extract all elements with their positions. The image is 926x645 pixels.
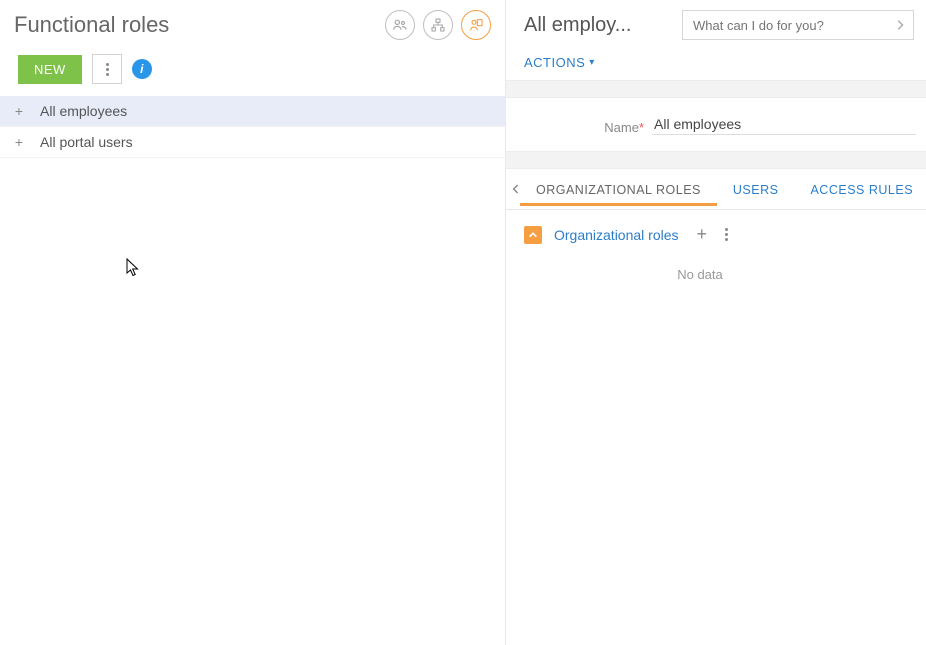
tree-item-label: All employees (40, 103, 127, 119)
detail-panel: All employ... ACTIONS ▾ Name* (506, 0, 926, 645)
roles-tree: + All employees + All portal users (0, 96, 505, 158)
left-panel: Functional roles (0, 0, 506, 645)
caret-down-icon: ▾ (589, 57, 595, 68)
detail-title: All employ... (524, 14, 631, 37)
separator (506, 151, 926, 169)
chevron-right-icon (895, 19, 905, 31)
functional-role-icon[interactable] (461, 10, 491, 40)
expand-icon[interactable]: + (12, 104, 26, 118)
tree-item-all-employees[interactable]: + All employees (0, 96, 505, 127)
add-org-role-button[interactable]: + (697, 224, 708, 245)
no-data-message: No data (524, 245, 916, 282)
more-actions-button[interactable] (92, 54, 122, 84)
tab-access-rules[interactable]: ACCESS RULES (794, 172, 926, 206)
name-field-label: Name* (524, 120, 644, 135)
separator (506, 80, 926, 98)
actions-menu[interactable]: ACTIONS ▾ (524, 55, 595, 70)
expand-icon[interactable]: + (12, 135, 26, 149)
tree-item-label: All portal users (40, 134, 133, 150)
section-more-button[interactable] (721, 224, 732, 245)
tabs-scroll-left[interactable] (512, 169, 520, 209)
command-search[interactable] (682, 10, 914, 40)
section-organizational-roles[interactable]: Organizational roles (554, 227, 679, 243)
name-field[interactable] (652, 114, 916, 135)
view-switch-icons (385, 10, 491, 40)
tree-item-all-portal-users[interactable]: + All portal users (0, 127, 505, 158)
page-title: Functional roles (14, 12, 169, 38)
collapse-toggle-icon[interactable] (524, 226, 542, 244)
tabs: ORGANIZATIONAL ROLES USERS ACCESS RULES (506, 169, 926, 210)
command-search-input[interactable] (693, 18, 895, 33)
tab-users[interactable]: USERS (717, 172, 795, 206)
tab-organizational-roles[interactable]: ORGANIZATIONAL ROLES (520, 172, 717, 206)
new-button[interactable]: NEW (18, 55, 82, 84)
org-chart-icon[interactable] (423, 10, 453, 40)
users-icon[interactable] (385, 10, 415, 40)
info-icon[interactable]: i (132, 59, 152, 79)
